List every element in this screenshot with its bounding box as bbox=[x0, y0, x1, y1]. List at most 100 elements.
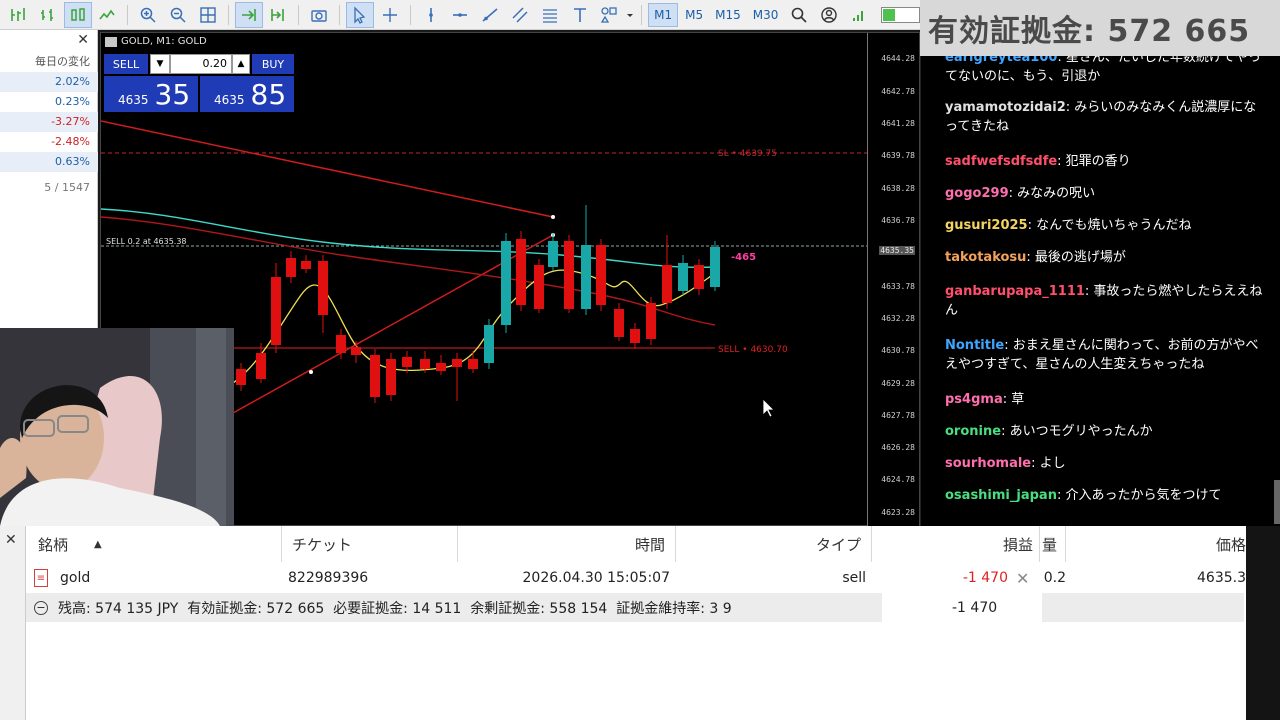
price-tick: 4630.78 bbox=[881, 346, 915, 355]
search-icon[interactable] bbox=[785, 2, 813, 28]
account-icon[interactable] bbox=[815, 2, 843, 28]
column-header-profit[interactable]: 損益 bbox=[872, 526, 1040, 562]
position-symbol-cell[interactable]: ≡ gold bbox=[34, 564, 134, 592]
account-summary-text: 残高: 574 135 JPY 有効証拠金: 572 665 必要証拠金: 14… bbox=[58, 600, 732, 617]
position-type: sell bbox=[842, 570, 866, 586]
close-icon[interactable]: ✕ bbox=[77, 32, 89, 48]
chat-message: gogo299: みなみの呪い bbox=[945, 184, 1263, 203]
chat-author[interactable]: earlgreytea100 bbox=[945, 56, 1057, 65]
chat-message: yamamotozidai2: みらいのみなみくん説濃厚になってきたね bbox=[945, 98, 1263, 136]
chat-message: Nontitle: おまえ星さんに関わって、お前の方がやべえやつすぎて、星さんの… bbox=[945, 336, 1263, 374]
timeframe-m30[interactable]: M30 bbox=[748, 3, 784, 27]
price-tick: 4633.78 bbox=[881, 282, 915, 291]
sl-label[interactable]: SL • 4639.75 bbox=[718, 149, 777, 159]
chat-author[interactable]: gusuri2025 bbox=[945, 218, 1028, 233]
candle-body bbox=[386, 359, 396, 395]
column-header-label: 時間 bbox=[634, 535, 665, 554]
text-icon[interactable] bbox=[566, 2, 594, 28]
change-row[interactable]: -3.27% bbox=[0, 112, 98, 132]
column-header-price[interactable]: 価格 bbox=[1066, 526, 1246, 562]
sell-level-label[interactable]: SELL • 4630.70 bbox=[718, 345, 788, 355]
lot-increase-icon[interactable]: ▲ bbox=[232, 54, 250, 74]
buy-price-button[interactable]: 4635 85 bbox=[200, 76, 294, 112]
lot-decrease-icon[interactable]: ▼ bbox=[150, 54, 170, 74]
zoom-in-icon[interactable] bbox=[134, 2, 162, 28]
trendline-down[interactable] bbox=[101, 120, 554, 218]
zoom-out-icon[interactable] bbox=[164, 2, 192, 28]
horizontal-line-icon[interactable] bbox=[446, 2, 474, 28]
chat-author[interactable]: ps4gma bbox=[945, 392, 1003, 407]
chat-author[interactable]: osashimi_japan bbox=[945, 488, 1057, 503]
chat-author[interactable]: sadfwefsdfsdfe bbox=[945, 154, 1057, 169]
price-tick: 4635.35 bbox=[879, 246, 915, 255]
channel-icon[interactable] bbox=[506, 2, 534, 28]
change-row[interactable]: 0.63% bbox=[0, 152, 98, 172]
sell-price-button[interactable]: 4635 35 bbox=[104, 76, 198, 112]
chat-author[interactable]: Nontitle bbox=[945, 338, 1004, 353]
timeframe-m1[interactable]: M1 bbox=[648, 2, 679, 27]
chat-text: : 介入あったから気をつけて bbox=[1056, 488, 1222, 503]
position-label[interactable]: SELL 0.2 at 4635.38 bbox=[106, 237, 187, 246]
chat-author[interactable]: yamamotozidai2 bbox=[945, 100, 1066, 115]
chat-author[interactable]: sourhomale bbox=[945, 456, 1031, 471]
price-tick: 4623.28 bbox=[881, 508, 915, 517]
change-row[interactable]: 2.02% bbox=[0, 72, 98, 92]
column-header-time[interactable]: 時間 bbox=[458, 526, 676, 562]
sort-ascending-icon[interactable]: ▲ bbox=[94, 539, 102, 550]
chat-author[interactable]: ganbarupapa_1111 bbox=[945, 284, 1085, 299]
auto-scroll-icon[interactable] bbox=[234, 1, 263, 28]
candle-body bbox=[468, 359, 478, 369]
chat-author[interactable]: oronine bbox=[945, 424, 1001, 439]
shapes-icon[interactable] bbox=[595, 2, 623, 28]
chat-scrollbar[interactable] bbox=[1274, 480, 1280, 524]
cursor-icon[interactable] bbox=[345, 1, 374, 28]
column-header-symbol[interactable]: 銘柄 ▲ bbox=[26, 526, 282, 562]
sell-price-big: 35 bbox=[154, 78, 191, 111]
collapse-icon[interactable]: − bbox=[34, 600, 48, 615]
column-header-volume[interactable]: 量 bbox=[1040, 526, 1066, 562]
fibonacci-icon[interactable] bbox=[536, 2, 564, 28]
toolbar-divider bbox=[227, 4, 229, 25]
close-icon[interactable]: ✕ bbox=[5, 532, 17, 548]
trendline-anchor[interactable] bbox=[309, 370, 313, 374]
close-position-icon[interactable]: ✕ bbox=[1016, 564, 1036, 592]
price-axis[interactable]: 4644.28 4642.78 4641.28 4639.78 4638.28 4636.… bbox=[867, 33, 919, 527]
dropdown-arrow-icon[interactable] bbox=[625, 2, 635, 28]
screenshot-icon[interactable] bbox=[305, 2, 333, 28]
chat-author[interactable]: gogo299 bbox=[945, 186, 1009, 201]
candle-body bbox=[370, 355, 380, 397]
candlestick-icon[interactable] bbox=[63, 1, 92, 28]
chart-shift-icon[interactable] bbox=[265, 2, 293, 28]
timeframe-m5[interactable]: M5 bbox=[680, 3, 708, 27]
toolbar-divider bbox=[127, 4, 129, 25]
trendline-anchor[interactable] bbox=[551, 215, 555, 219]
candle-body bbox=[516, 239, 526, 305]
webcam-feed bbox=[0, 328, 234, 526]
candle-body bbox=[271, 277, 281, 345]
sell-button[interactable]: SELL bbox=[104, 54, 148, 74]
price-tick: 4626.28 bbox=[881, 443, 915, 452]
column-header-type[interactable]: タイプ bbox=[676, 526, 872, 562]
price-tick: 4638.28 bbox=[881, 184, 915, 193]
change-row[interactable]: -2.48% bbox=[0, 132, 98, 152]
toolbar-divider bbox=[641, 4, 643, 25]
candle-body bbox=[646, 303, 656, 339]
chart-bars-icon[interactable] bbox=[4, 2, 32, 28]
trendline-icon[interactable] bbox=[476, 2, 504, 28]
column-header-ticket[interactable]: チケット bbox=[282, 526, 458, 562]
chart-bars-tick-icon[interactable] bbox=[34, 2, 62, 28]
moving-average-cyan bbox=[101, 208, 716, 269]
line-chart-icon[interactable] bbox=[94, 2, 122, 28]
change-row[interactable]: 0.23% bbox=[0, 92, 98, 112]
chat-message: sourhomale: よし bbox=[945, 454, 1263, 473]
price-tick: 4627.78 bbox=[881, 411, 915, 420]
buy-button[interactable]: BUY bbox=[252, 54, 294, 74]
lot-size-field[interactable]: 0.20 bbox=[170, 54, 232, 74]
crosshair-icon[interactable] bbox=[376, 2, 404, 28]
chat-author[interactable]: takotakosu bbox=[945, 250, 1026, 265]
timeframe-m15[interactable]: M15 bbox=[710, 3, 746, 27]
grid-icon[interactable] bbox=[194, 2, 222, 28]
position-ticket: 822989396 bbox=[288, 570, 369, 586]
toolbar-divider bbox=[339, 4, 340, 25]
vertical-line-icon[interactable] bbox=[417, 2, 445, 28]
